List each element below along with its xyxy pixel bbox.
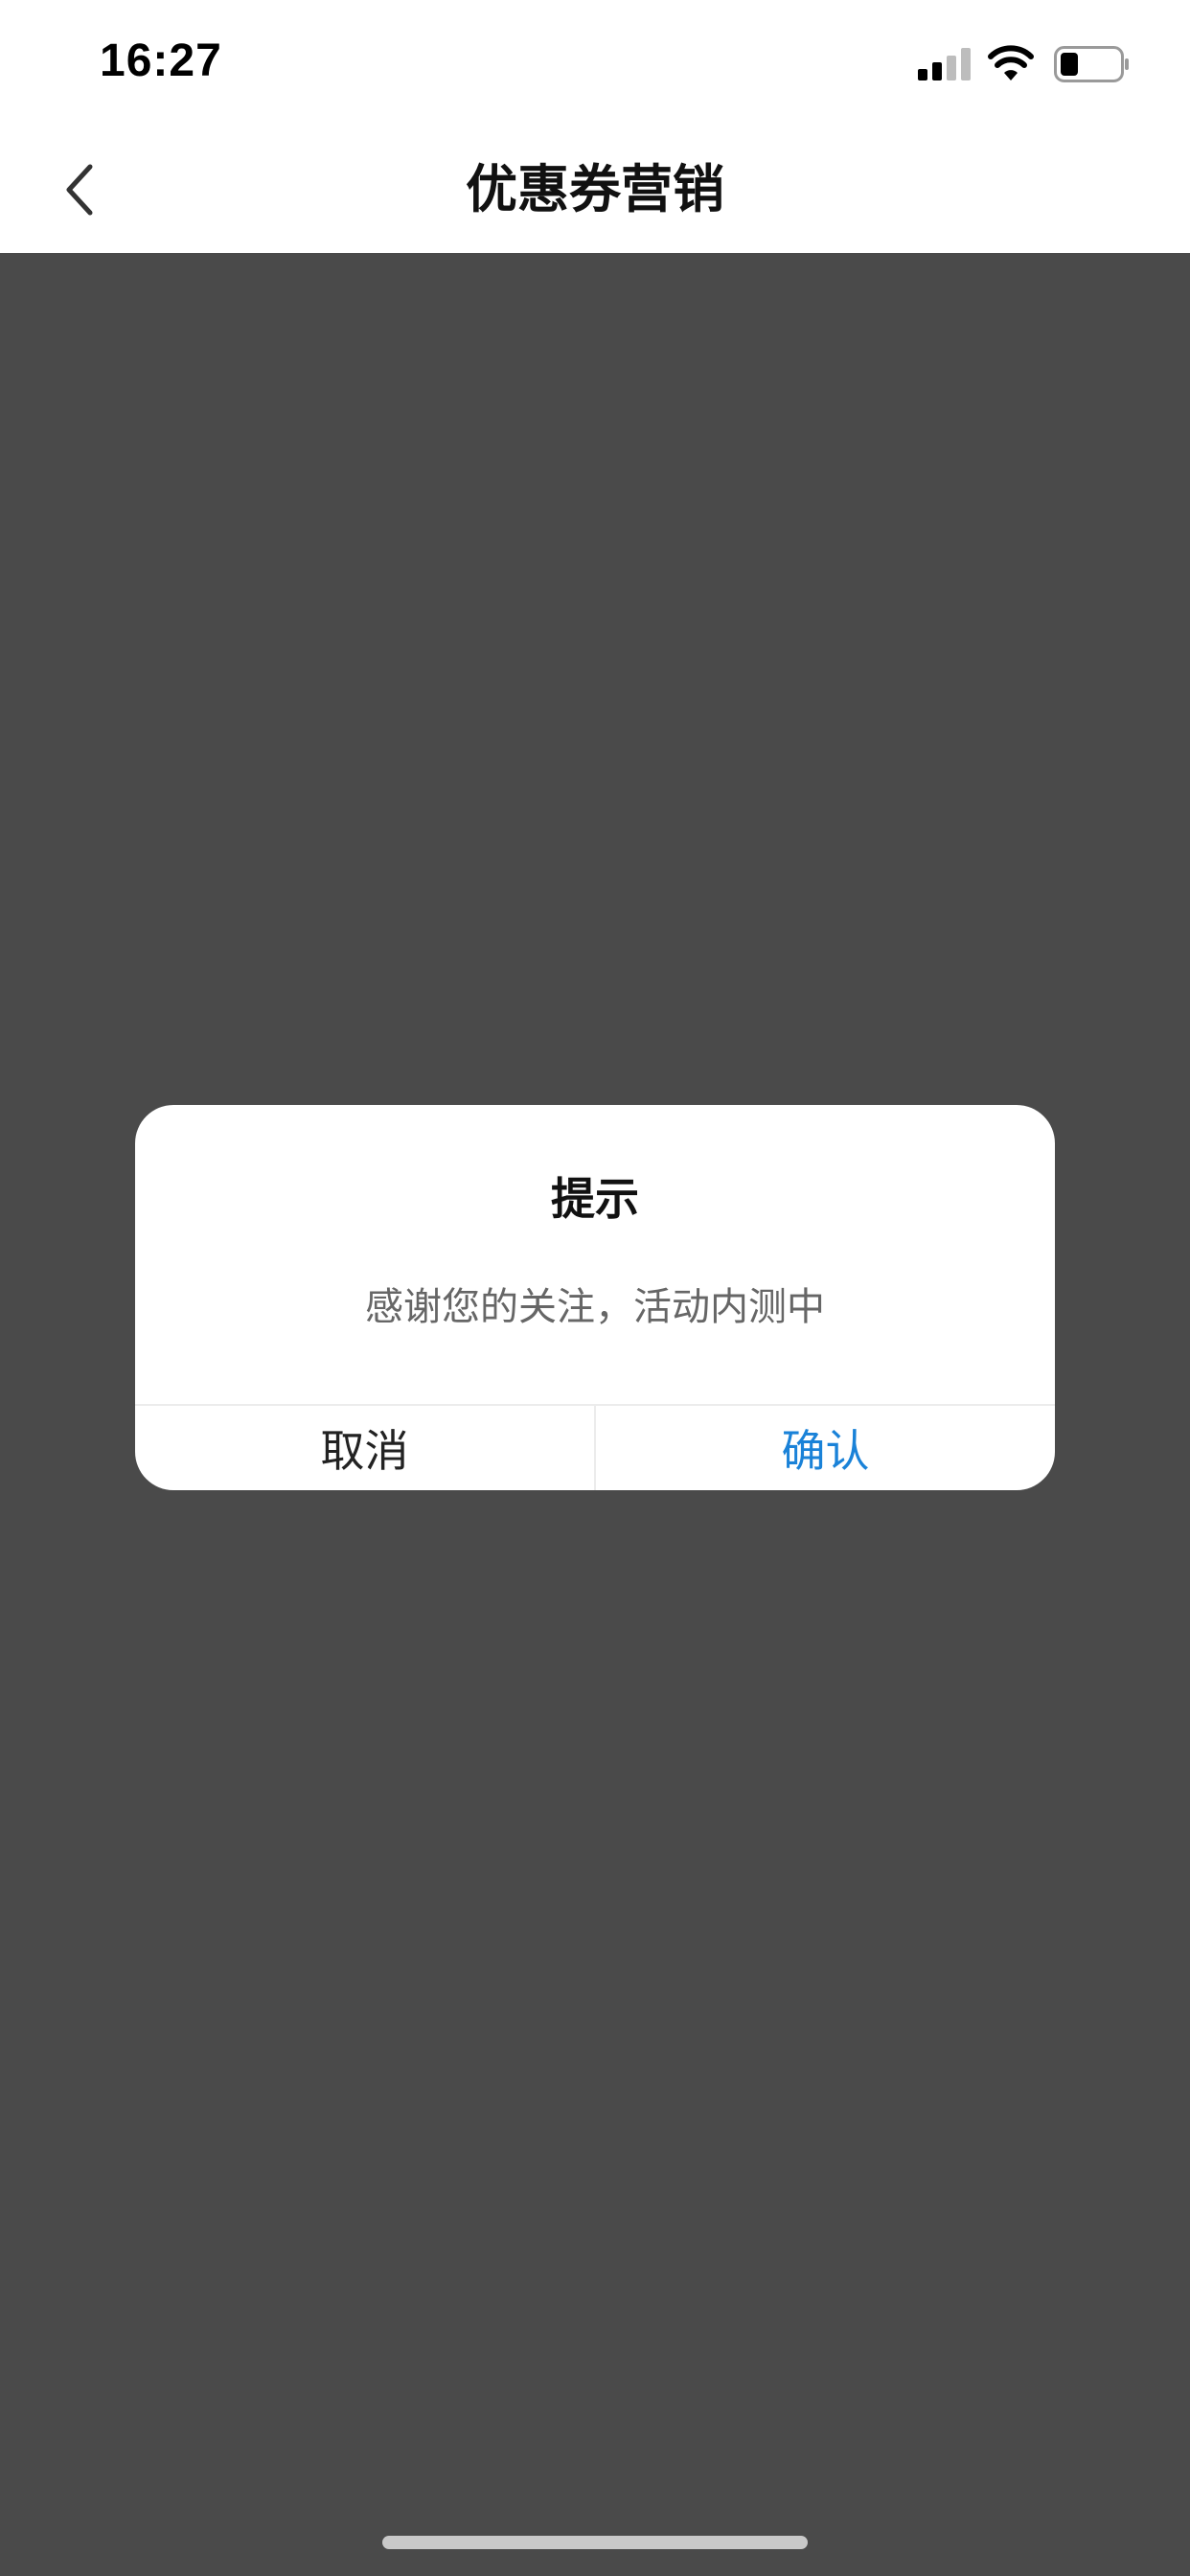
screen: 16:27 优惠券营销 提示 感谢您的关注，活动内测中 取消 确认	[0, 0, 1190, 2576]
wifi-icon	[988, 45, 1034, 80]
dialog-button-row: 取消 确认	[135, 1406, 1055, 1490]
confirm-button[interactable]: 确认	[596, 1406, 1055, 1490]
battery-icon	[1054, 46, 1129, 82]
page-title: 优惠券营销	[466, 159, 724, 219]
status-bar: 16:27	[0, 0, 1190, 126]
cancel-button[interactable]: 取消	[135, 1406, 596, 1490]
dialog-title: 提示	[551, 1173, 639, 1225]
status-time: 16:27	[100, 35, 222, 86]
nav-bar: 优惠券营销	[0, 126, 1190, 253]
signal-icon	[918, 48, 971, 80]
dialog-message: 感谢您的关注，活动内测中	[365, 1285, 825, 1329]
alert-dialog: 提示 感谢您的关注，活动内测中 取消 确认	[135, 1105, 1055, 1490]
home-indicator[interactable]	[382, 2536, 808, 2549]
